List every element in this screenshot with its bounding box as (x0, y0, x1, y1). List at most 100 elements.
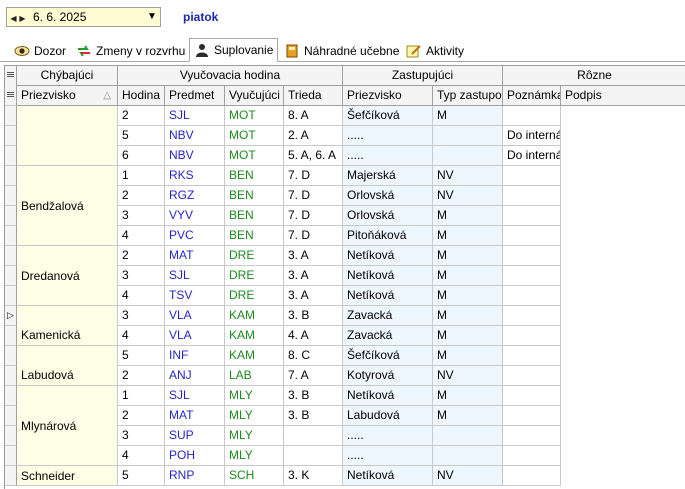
grid-cell[interactable]: MLY (225, 406, 284, 426)
grid-cell[interactable]: Netíková (343, 266, 433, 286)
grid-cell[interactable] (503, 366, 561, 386)
grid-cell[interactable]: MLY (225, 386, 284, 406)
row-indicator[interactable] (5, 126, 17, 146)
column-header[interactable]: Vyučujúci (225, 86, 284, 106)
grid-cell[interactable] (433, 146, 503, 166)
grid-cell[interactable]: 4 (118, 226, 165, 246)
grid-cell[interactable]: DRE (225, 286, 284, 306)
row-indicator[interactable] (5, 206, 17, 226)
grid-cell[interactable]: 1 (118, 166, 165, 186)
grid-cell[interactable]: Šefčíková (343, 346, 433, 366)
grid-cell[interactable] (503, 306, 561, 326)
grid-cell[interactable]: 5. A, 6. A (284, 146, 343, 166)
date-picker[interactable]: ◀ ▶ 6. 6. 2025 ▼ (6, 7, 161, 27)
grid-cell[interactable]: KAM (225, 306, 284, 326)
column-header[interactable]: Priezvisko (343, 86, 433, 106)
grid-cell[interactable] (503, 226, 561, 246)
grid-cell[interactable] (503, 206, 561, 226)
grid-cell[interactable] (433, 426, 503, 446)
grid-cell[interactable]: MOT (225, 126, 284, 146)
row-indicator[interactable] (5, 366, 17, 386)
grid-cell[interactable]: 6 (118, 146, 165, 166)
grid-cell[interactable]: Netíková (343, 286, 433, 306)
row-indicator[interactable] (5, 266, 17, 286)
grid-cell[interactable]: SJL (165, 266, 225, 286)
grid-cell[interactable] (284, 426, 343, 446)
grid-cell[interactable]: BEN (225, 186, 284, 206)
grid-cell[interactable] (503, 106, 561, 126)
grid-cell[interactable]: 7. D (284, 166, 343, 186)
grid-cell[interactable]: ..... (343, 446, 433, 466)
row-indicator[interactable] (5, 426, 17, 446)
grid-cell[interactable]: Zavacká (343, 306, 433, 326)
grid-cell[interactable]: 2 (118, 186, 165, 206)
absent-teacher-cell[interactable]: Kamenická (17, 306, 118, 346)
grid-cell[interactable]: MAT (165, 406, 225, 426)
grid-cell[interactable]: DRE (225, 246, 284, 266)
grid-cell[interactable]: NV (433, 186, 503, 206)
grid-cell[interactable]: 4. A (284, 326, 343, 346)
tab-zmeny-v-rozvrhu[interactable]: Zmeny v rozvrhu (72, 40, 189, 61)
row-indicator[interactable] (5, 286, 17, 306)
grid-cell[interactable]: PVC (165, 226, 225, 246)
grid-cell[interactable]: NBV (165, 126, 225, 146)
row-indicator[interactable] (5, 166, 17, 186)
grid-cell[interactable]: Do interná (503, 146, 561, 166)
grid-cell[interactable]: M (433, 226, 503, 246)
grid-cell[interactable]: MLY (225, 446, 284, 466)
grid-cell[interactable]: 2. A (284, 126, 343, 146)
grid-cell[interactable]: 5 (118, 126, 165, 146)
row-indicator[interactable] (5, 226, 17, 246)
column-header[interactable]: Typ zastupov (433, 86, 503, 106)
grid-cell[interactable]: M (433, 206, 503, 226)
sort-ascending-icon[interactable]: △ (103, 86, 111, 105)
row-indicator[interactable] (5, 106, 17, 126)
column-header[interactable]: Priezvisko △ (17, 86, 118, 106)
grid-cell[interactable]: M (433, 246, 503, 266)
grid-cell[interactable]: M (433, 306, 503, 326)
grid-cell[interactable]: M (433, 266, 503, 286)
grid-cell[interactable]: POH (165, 446, 225, 466)
grid-cell[interactable]: 4 (118, 286, 165, 306)
row-indicator[interactable] (5, 326, 17, 346)
grid-cell[interactable] (503, 166, 561, 186)
grid-cell[interactable] (503, 186, 561, 206)
grid-cell[interactable] (433, 446, 503, 466)
grid-cell[interactable]: M (433, 106, 503, 126)
grid-cell[interactable]: 7. D (284, 186, 343, 206)
grid-cell[interactable]: BEN (225, 226, 284, 246)
grid-cell[interactable]: MOT (225, 106, 284, 126)
grid-cell[interactable]: 3. A (284, 286, 343, 306)
grid-cell[interactable]: 2 (118, 406, 165, 426)
column-header[interactable]: Hodina (118, 86, 165, 106)
tab-nahradne-ucebne[interactable]: Náhradné učebne (280, 40, 403, 61)
grid-cell[interactable]: Netíková (343, 386, 433, 406)
grid-cell[interactable]: VYV (165, 206, 225, 226)
grid-cell[interactable] (503, 406, 561, 426)
column-header[interactable]: Predmet (165, 86, 225, 106)
grid-cell[interactable]: 5 (118, 346, 165, 366)
column-header[interactable]: Podpis (561, 86, 685, 106)
grid-cell[interactable]: 8. A (284, 106, 343, 126)
grid-cell[interactable] (503, 326, 561, 346)
row-indicator[interactable] (5, 346, 17, 366)
grid-cell[interactable]: Zavacká (343, 326, 433, 346)
grid-cell[interactable] (503, 266, 561, 286)
grid-cell[interactable]: ANJ (165, 366, 225, 386)
grid-cell[interactable]: SUP (165, 426, 225, 446)
grid-cell[interactable] (433, 126, 503, 146)
grid-cell[interactable]: 3 (118, 426, 165, 446)
grid-cell[interactable]: Orlovská (343, 186, 433, 206)
grid-cell[interactable]: DRE (225, 266, 284, 286)
tab-suplovanie[interactable]: Suplovanie (189, 38, 279, 62)
grid-cell[interactable]: LAB (225, 366, 284, 386)
grid-cell[interactable]: Orlovská (343, 206, 433, 226)
grid-cell[interactable]: BEN (225, 166, 284, 186)
grid-cell[interactable]: 1 (118, 386, 165, 406)
absent-teacher-cell[interactable]: Bendžalová (17, 166, 118, 246)
grid-cell[interactable]: 7. D (284, 206, 343, 226)
row-indicator[interactable] (5, 246, 17, 266)
grid-cell[interactable] (503, 286, 561, 306)
grid-cell[interactable]: 3. A (284, 266, 343, 286)
grid-cell[interactable]: 3 (118, 306, 165, 326)
